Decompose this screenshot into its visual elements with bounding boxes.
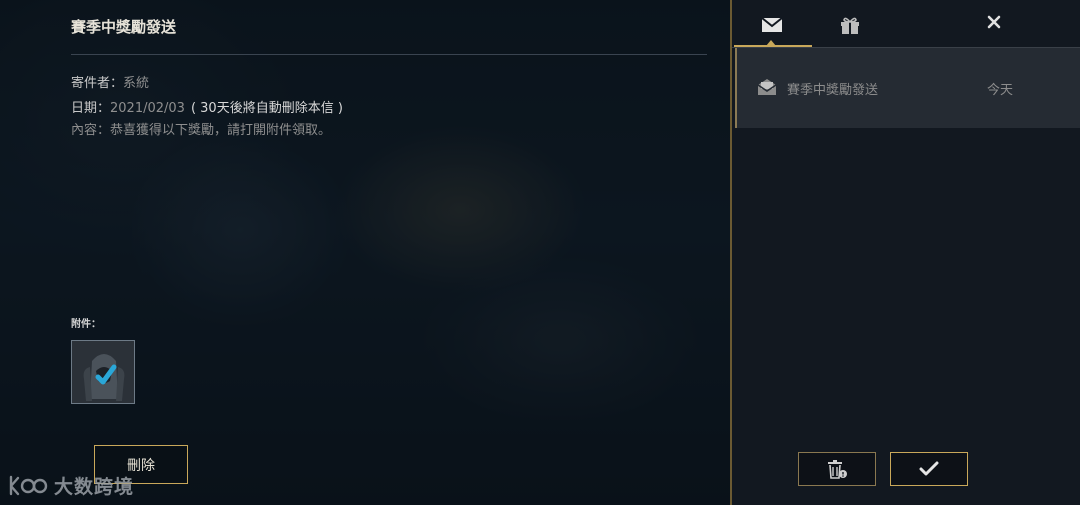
content-label: 內容：	[71, 123, 111, 138]
close-icon	[987, 15, 1001, 29]
active-tab-caret	[766, 40, 776, 46]
trash-icon	[828, 460, 847, 479]
delete-read-button[interactable]	[798, 452, 876, 486]
mail-list-panel: 賽季中獎勵發送 今天	[730, 0, 1080, 505]
sender-line: 寄件者：系統	[71, 72, 149, 91]
sender-value: 系統	[123, 76, 150, 91]
attachment-thumbnail-icon	[72, 341, 134, 403]
date-label: 日期：	[71, 101, 111, 116]
checkmark-icon	[919, 461, 939, 476]
mail-list-date: 今天	[987, 83, 1014, 98]
mail-list-item[interactable]: 賽季中獎勵發送 今天	[735, 48, 1080, 128]
claim-all-button[interactable]	[890, 452, 968, 486]
tab-gift[interactable]	[836, 12, 864, 38]
mail-title: 賽季中獎勵發送	[71, 18, 177, 36]
content-value: 恭喜獲得以下獎勵，請打開附件領取。	[110, 123, 332, 138]
sender-label: 寄件者：	[71, 76, 124, 91]
tab-mail[interactable]	[758, 12, 786, 38]
watermark: 大数跨境	[8, 472, 134, 499]
mail-list-subject: 賽季中獎勵發送	[787, 83, 879, 98]
date-value: 2021/02/03	[110, 101, 185, 116]
envelope-open-icon	[757, 79, 777, 95]
tab-bar	[732, 0, 1080, 48]
watermark-logo-icon	[9, 475, 48, 495]
close-button[interactable]	[984, 12, 1004, 32]
attachments-label: 附件：	[71, 319, 101, 330]
title-divider	[71, 54, 707, 55]
content-line: 內容：恭喜獲得以下獎勵，請打開附件領取。	[71, 119, 331, 138]
mail-icon	[761, 17, 783, 32]
date-line: 日期：2021/02/03 ( 30天後將自動刪除本信 )	[71, 97, 343, 116]
auto-delete-note: ( 30天後將自動刪除本信 )	[190, 101, 343, 116]
gift-icon	[841, 17, 859, 34]
watermark-text: 大数跨境	[54, 476, 135, 498]
attachment-item[interactable]	[71, 340, 135, 404]
